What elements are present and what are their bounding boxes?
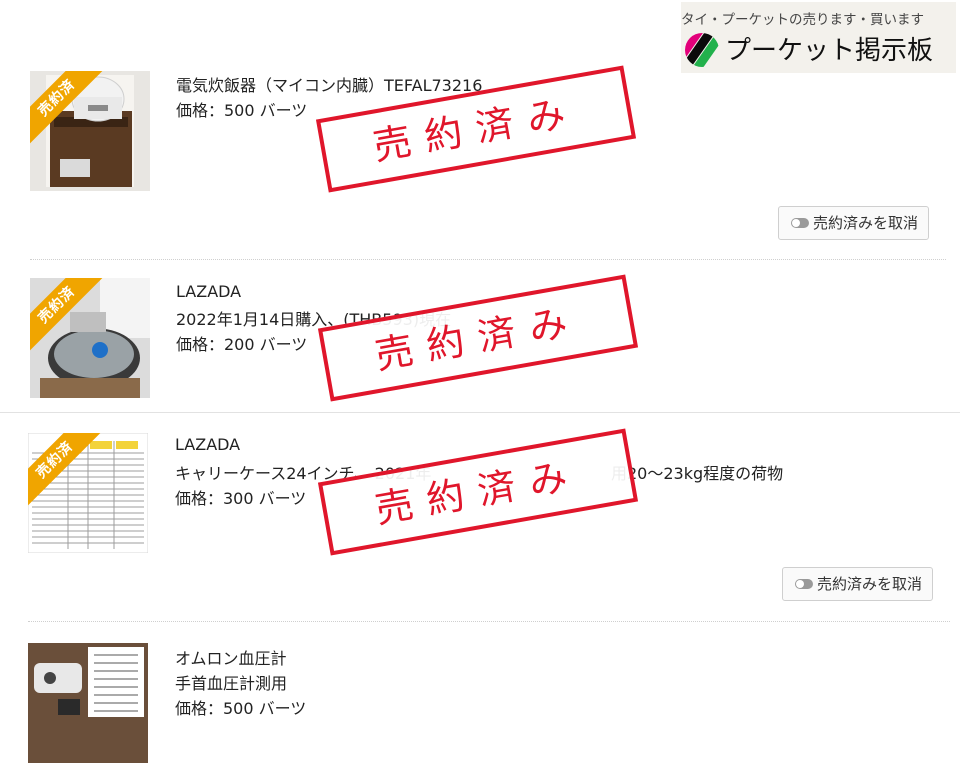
- listing-divider: [28, 621, 950, 622]
- blood-pressure-monitor-photo: [28, 643, 148, 763]
- item-price: 価格：500 バーツ: [175, 699, 307, 718]
- item-price: 価格：500 バーツ: [176, 101, 308, 120]
- cancel-sold-button[interactable]: 売約済みを取消: [782, 567, 934, 601]
- site-logo-box[interactable]: タイ・プーケットの売ります・買います プーケット掲示板: [681, 2, 956, 73]
- item-thumbnail[interactable]: 売約済: [30, 278, 150, 398]
- item-description: 手首血圧計測用: [175, 674, 288, 693]
- item-title[interactable]: 電気炊飯器（マイコン内臓）TEFAL73216: [176, 72, 482, 96]
- listing-divider: [0, 412, 960, 413]
- toggle-icon: [791, 218, 809, 228]
- listing-divider: [30, 259, 946, 260]
- item-thumbnail[interactable]: [28, 643, 148, 763]
- site-title: プーケット掲示板: [725, 36, 934, 66]
- item-price: 価格：200 バーツ: [176, 335, 308, 354]
- site-logo-icon: [685, 33, 719, 67]
- cancel-sold-label: 売約済みを取消: [813, 214, 919, 232]
- cancel-sold-label: 売約済みを取消: [817, 575, 923, 593]
- item-price: 価格：300 バーツ: [175, 489, 307, 508]
- item-title[interactable]: オムロン血圧計: [175, 645, 287, 669]
- cancel-sold-button[interactable]: 売約済みを取消: [778, 206, 930, 240]
- site-tagline: タイ・プーケットの売ります・買います: [681, 12, 924, 28]
- item-title[interactable]: LAZADA: [176, 282, 241, 301]
- item-thumbnail[interactable]: 売約済: [30, 71, 150, 191]
- item-title[interactable]: LAZADA: [175, 435, 240, 454]
- sold-stamp: 売約済み: [317, 428, 639, 556]
- toggle-icon: [795, 579, 813, 589]
- item-thumbnail[interactable]: 売約済: [28, 433, 148, 553]
- sold-stamp: 売約済み: [317, 274, 639, 402]
- item-description-tail: 用20～23kg程度の荷物: [611, 464, 784, 483]
